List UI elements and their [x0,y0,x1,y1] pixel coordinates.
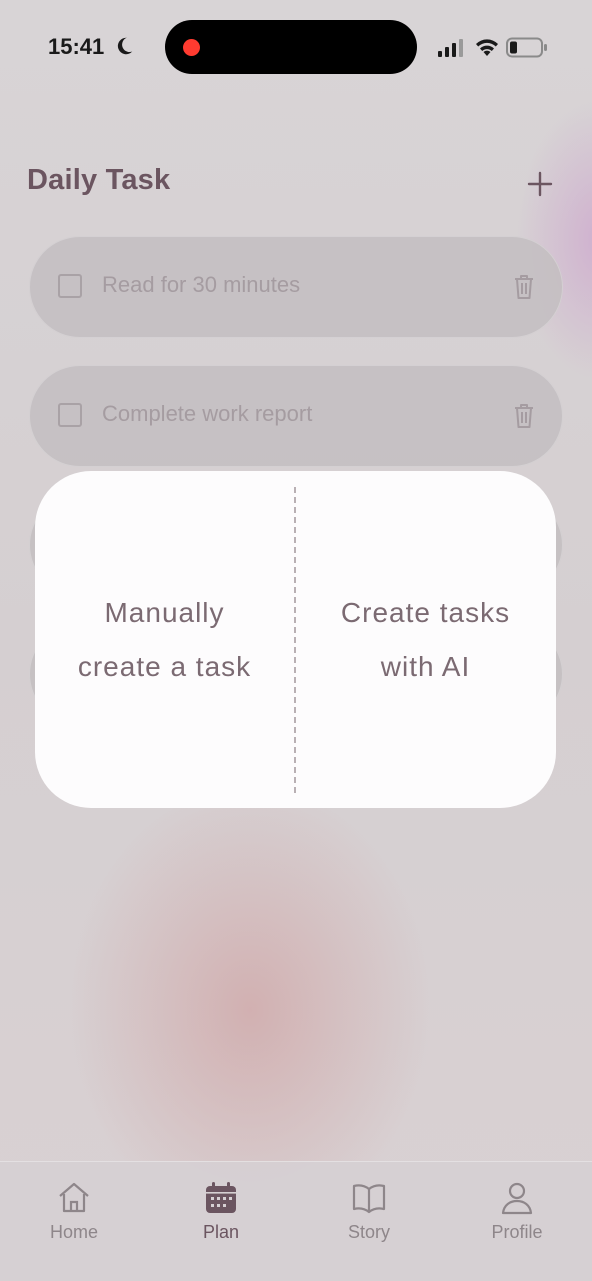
manual-create-label: Manually create a task [77,596,252,682]
clock-time: 15:41 [48,34,105,59]
person-icon [501,1182,533,1215]
tab-label: Profile [491,1222,543,1242]
moon-icon [117,37,133,55]
task-item[interactable]: Read for 30 minutes [29,236,563,338]
cellular-signal-icon [438,39,463,57]
battery-icon [506,37,547,58]
wifi-icon [476,39,498,56]
task-checkbox[interactable] [58,274,82,298]
status-bar: 15:41 [0,0,592,95]
plus-icon[interactable] [524,168,556,200]
tab-story[interactable]: Story [319,1180,419,1260]
tab-label: Plan [202,1222,240,1242]
task-checkbox[interactable] [58,403,82,427]
tab-plan[interactable]: Plan [171,1180,271,1260]
page-title: Daily Task [27,164,171,196]
tab-label: Story [347,1222,390,1242]
tab-profile[interactable]: Profile [467,1180,567,1260]
trash-icon[interactable] [513,403,535,429]
task-label: Read for 30 minutes [102,272,301,297]
recording-indicator-icon [183,39,200,56]
ai-create-option[interactable]: Create tasks with AI [296,471,555,808]
task-item[interactable]: Complete work report [29,365,563,467]
book-icon [352,1184,386,1214]
task-label: Complete work report [102,401,313,426]
calendar-icon [206,1182,236,1213]
manual-create-option[interactable]: Manually create a task [35,471,294,808]
dynamic-island [165,20,417,74]
create-task-popup: Manually create a task Create tasks with… [35,471,556,808]
tab-label: Home [49,1222,98,1242]
ai-create-label: Create tasks with AI [340,596,511,682]
home-icon [59,1182,89,1213]
tab-home[interactable]: Home [24,1180,124,1260]
trash-icon[interactable] [513,274,535,300]
